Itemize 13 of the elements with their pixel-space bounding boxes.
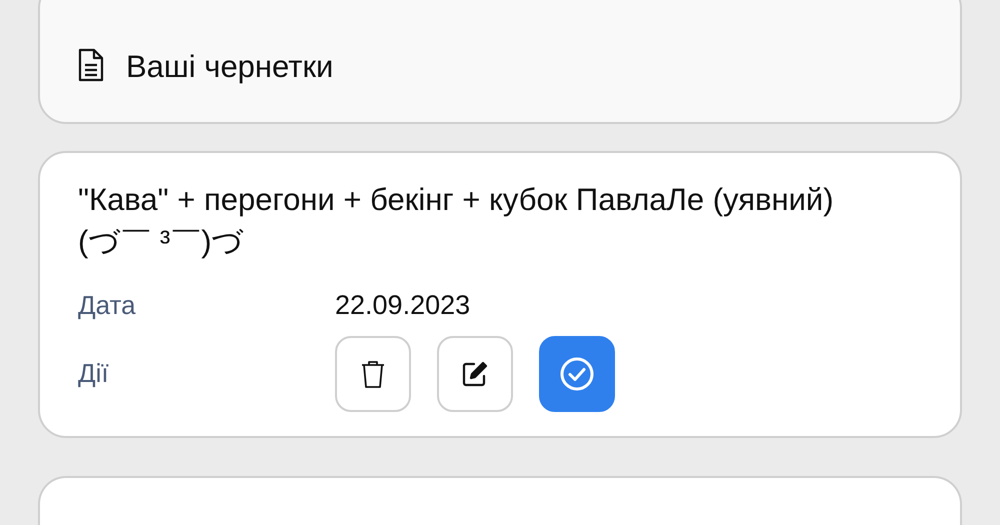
header-card[interactable]: Ваші чернетки [38, 0, 962, 124]
confirm-button[interactable] [539, 336, 615, 412]
edit-button[interactable] [437, 336, 513, 412]
date-value: 22.09.2023 [335, 289, 472, 322]
document-icon [78, 48, 104, 82]
delete-button[interactable] [335, 336, 411, 412]
edit-icon [461, 360, 489, 388]
date-label: Дата [78, 288, 137, 322]
actions-label: Дії [78, 357, 110, 390]
check-circle-icon [559, 356, 595, 392]
draft-title: "Кава" + перегони + бекінг + кубок ПавлаЛе (уявний) (づ￣ ³￣)づ [78, 181, 835, 261]
drafts-title: Ваші чернетки [126, 51, 334, 82]
trash-icon [360, 358, 386, 388]
